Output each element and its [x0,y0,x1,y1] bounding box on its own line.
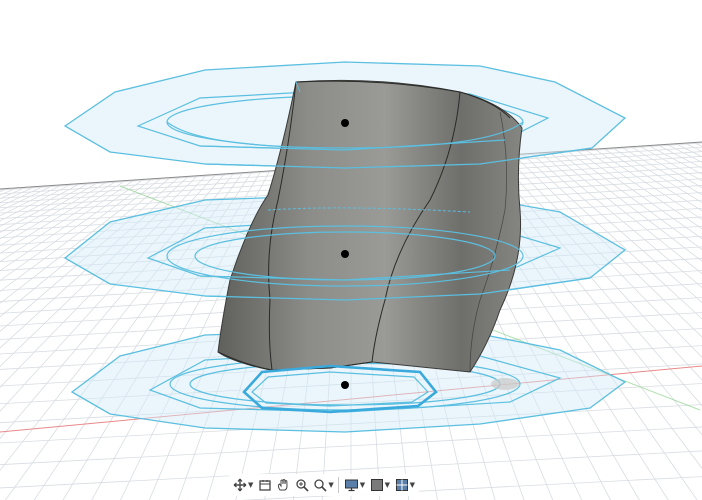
grid-line [665,143,702,163]
grid-snap-button[interactable]: ▼ [370,474,390,496]
chevron-down-icon: ▼ [359,480,366,489]
grid-line [0,183,64,217]
grid-line [0,186,19,196]
viewports-icon [395,479,408,491]
canvas-viewport[interactable]: ▼ ▼ ▼ ▼ ▼ [0,0,702,500]
look-at-icon [259,480,271,491]
grid-line [656,144,702,169]
grid-line [584,148,702,230]
grid-line [683,142,702,152]
grid-line [539,152,702,288]
3d-scene[interactable] [0,0,702,500]
grid-line [629,145,702,189]
chevron-down-icon: ▼ [384,480,391,489]
zoom-button[interactable] [295,474,309,496]
grid-snap-icon [370,479,383,491]
grid-line [602,147,702,212]
display-settings-button[interactable]: ▼ [344,474,365,496]
sketch-center-point-middle[interactable] [341,250,349,258]
grid-line [647,144,702,175]
grid-line [530,152,702,303]
chevron-down-icon: ▼ [409,480,415,489]
chevron-down-icon: ▼ [328,480,334,489]
navigation-toolbar: ▼ ▼ ▼ ▼ ▼ [229,474,419,496]
sketch-center-point-top[interactable] [341,119,349,127]
pan-icon [278,479,288,491]
viewports-button[interactable]: ▼ [395,474,415,496]
grid-line [692,141,702,147]
fit-icon [314,479,327,492]
display-settings-icon [344,479,358,492]
orbit-button[interactable]: ▼ [233,474,253,496]
toolbar-divider [338,477,340,493]
grid-line [620,146,702,196]
zoom-icon [296,479,309,492]
grid-line [674,142,702,158]
grid-line [557,150,702,262]
orbit-icon [233,478,247,492]
chevron-down-icon: ▼ [248,480,254,489]
look-at-button[interactable] [258,474,272,496]
fit-button[interactable]: ▼ [313,474,334,496]
sketch-center-point-bottom[interactable] [341,381,349,389]
pan-button[interactable] [276,474,290,496]
grid-line [575,149,702,240]
